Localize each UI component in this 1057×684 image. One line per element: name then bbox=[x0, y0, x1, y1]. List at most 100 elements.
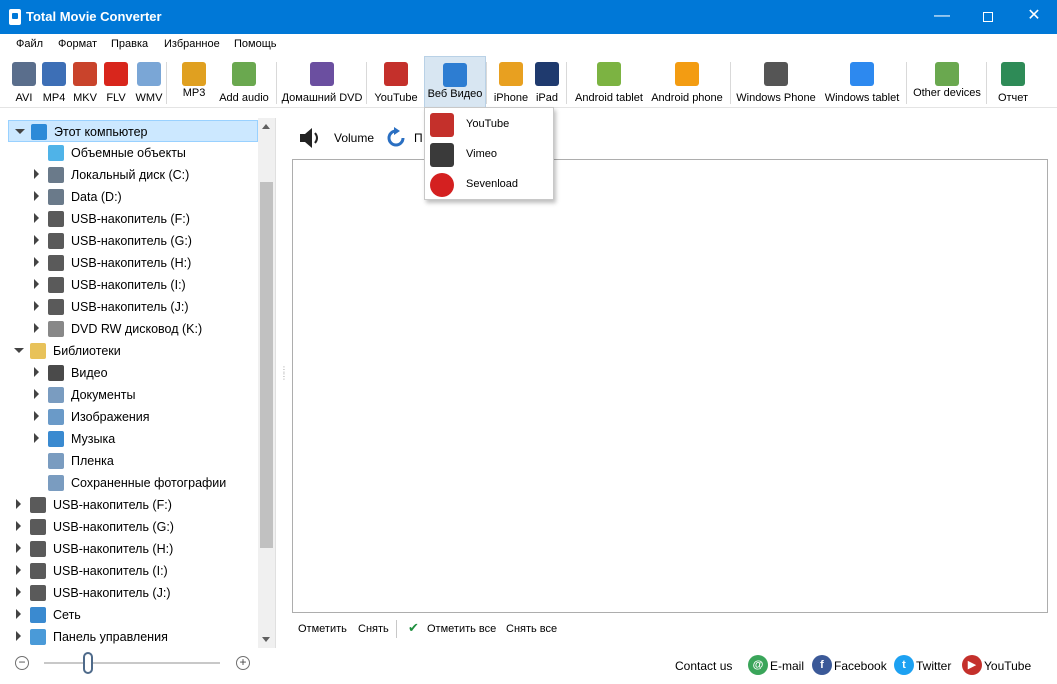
toolbar-dvd-button[interactable]: Домашний DVD bbox=[280, 56, 364, 108]
menu-item-2[interactable]: Правка bbox=[111, 38, 148, 50]
image-icon bbox=[48, 409, 64, 425]
tree-item[interactable]: USB-накопитель (J:) bbox=[0, 296, 258, 318]
tree-item[interactable]: Data (D:) bbox=[0, 186, 258, 208]
expand-right-icon[interactable] bbox=[16, 587, 21, 597]
toolbar-avi-button[interactable]: AVI bbox=[8, 56, 40, 108]
expand-right-icon[interactable] bbox=[34, 191, 39, 201]
expand-right-icon[interactable] bbox=[34, 323, 39, 333]
expand-down-icon[interactable] bbox=[15, 129, 25, 134]
expand-right-icon[interactable] bbox=[16, 631, 21, 641]
dropdown-item-sevenload[interactable]: Sevenload bbox=[426, 171, 552, 199]
minimize-button[interactable]: — bbox=[919, 0, 965, 34]
tree-item[interactable]: Объемные объекты bbox=[0, 142, 258, 164]
tree-item[interactable]: USB-накопитель (J:) bbox=[0, 582, 258, 604]
toolbar-windows-phone-button[interactable]: Windows Phone bbox=[734, 56, 818, 108]
toolbar-report-button[interactable]: Отчет bbox=[990, 56, 1036, 108]
zoom-in-button[interactable]: + bbox=[236, 656, 250, 670]
tree-item[interactable]: Документы bbox=[0, 384, 258, 406]
toolbar-mkv-button[interactable]: MKV bbox=[70, 56, 100, 108]
tree-item[interactable]: Сохраненные фотографии bbox=[0, 472, 258, 494]
expand-right-icon[interactable] bbox=[16, 499, 21, 509]
drive-icon bbox=[48, 189, 64, 205]
menu-item-0[interactable]: Файл bbox=[16, 38, 43, 50]
toolbar-mp4-button[interactable]: MP4 bbox=[38, 56, 70, 108]
expand-right-icon[interactable] bbox=[16, 543, 21, 553]
tree-item[interactable]: Пленка bbox=[0, 450, 258, 472]
toolbar-youtube-button[interactable]: YouTube bbox=[370, 56, 422, 108]
tree-scrollbar[interactable] bbox=[258, 118, 275, 648]
main-toolbar: AVI MP4 MKV FLV WMV MP3 Add audio Домашний DVD Y… bbox=[0, 56, 1057, 108]
expand-right-icon[interactable] bbox=[34, 411, 39, 421]
menu-item-3[interactable]: Избранное bbox=[164, 38, 220, 50]
toolbar-web-video-button[interactable]: Веб Видео bbox=[424, 56, 486, 108]
facebook-link[interactable]: f Facebook bbox=[812, 655, 892, 677]
toolbar-add-audio-button[interactable]: Add audio bbox=[216, 56, 272, 108]
expand-right-icon[interactable] bbox=[34, 213, 39, 223]
expand-right-icon[interactable] bbox=[16, 521, 21, 531]
menu-item-1[interactable]: Формат bbox=[58, 38, 97, 50]
toolbar-mp3-button[interactable]: MP3 bbox=[170, 56, 218, 108]
dropdown-item-youtube[interactable]: YouTube bbox=[426, 111, 552, 139]
mark-all-link[interactable]: Отметить все bbox=[427, 623, 496, 635]
scroll-thumb[interactable] bbox=[260, 182, 273, 548]
expand-right-icon[interactable] bbox=[34, 235, 39, 245]
toolbar-flv-button[interactable]: FLV bbox=[100, 56, 132, 108]
toolbar-other-devices-button[interactable]: Other devices bbox=[908, 56, 986, 108]
toolbar-wmv-button[interactable]: WMV bbox=[132, 56, 166, 108]
dropdown-item-vimeo[interactable]: Vimeo bbox=[426, 141, 552, 169]
film-icon bbox=[48, 365, 64, 381]
tree-item[interactable]: Библиотеки bbox=[0, 340, 258, 362]
tree-item[interactable]: Видео bbox=[0, 362, 258, 384]
toolbar-ipad-button[interactable]: iPad bbox=[532, 56, 562, 108]
zoom-slider-thumb[interactable] bbox=[83, 652, 93, 674]
expand-right-icon[interactable] bbox=[34, 257, 39, 267]
expand-right-icon[interactable] bbox=[16, 609, 21, 619]
folder-tree[interactable]: Этот компьютер Объемные объекты Локальный … bbox=[0, 118, 276, 648]
toolbar-android-phone-button[interactable]: Android phone bbox=[648, 56, 726, 108]
tree-item[interactable]: USB-накопитель (H:) bbox=[0, 538, 258, 560]
social-link-label: Facebook bbox=[834, 659, 887, 673]
maximize-button[interactable] bbox=[965, 0, 1011, 34]
tree-item[interactable]: Музыка bbox=[0, 428, 258, 450]
tree-item[interactable]: USB-накопитель (F:) bbox=[0, 494, 258, 516]
tree-item[interactable]: USB-накопитель (F:) bbox=[0, 208, 258, 230]
tree-item[interactable]: USB-накопитель (I:) bbox=[0, 274, 258, 296]
zoom-out-button[interactable]: − bbox=[15, 656, 29, 670]
scroll-up-icon[interactable] bbox=[262, 124, 270, 129]
expand-right-icon[interactable] bbox=[34, 367, 39, 377]
tree-item[interactable]: DVD RW дисковод (K:) bbox=[0, 318, 258, 340]
expand-right-icon[interactable] bbox=[34, 169, 39, 179]
toolbar-iphone-button[interactable]: iPhone bbox=[490, 56, 532, 108]
expand-right-icon[interactable] bbox=[34, 433, 39, 443]
toolbar-windows-tablet-button[interactable]: Windows tablet bbox=[820, 56, 904, 108]
mark-link[interactable]: Отметить bbox=[298, 623, 347, 635]
tree-item[interactable]: USB-накопитель (H:) bbox=[0, 252, 258, 274]
unmark-all-link[interactable]: Снять все bbox=[506, 623, 557, 635]
expand-right-icon[interactable] bbox=[16, 565, 21, 575]
expand-right-icon[interactable] bbox=[34, 301, 39, 311]
volume-button[interactable]: Volume bbox=[296, 124, 376, 152]
file-list-panel[interactable] bbox=[292, 159, 1048, 613]
tree-item[interactable]: Локальный диск (C:) bbox=[0, 164, 258, 186]
panel-splitter[interactable]: ⋮ ⋮ bbox=[280, 366, 288, 394]
expand-down-icon[interactable] bbox=[14, 348, 24, 353]
tree-item[interactable]: USB-накопитель (G:) bbox=[0, 516, 258, 538]
unmark-link[interactable]: Снять bbox=[358, 623, 389, 635]
menu-item-4[interactable]: Помощь bbox=[234, 38, 277, 50]
expand-right-icon[interactable] bbox=[34, 389, 39, 399]
tree-item[interactable]: Сеть bbox=[0, 604, 258, 626]
tree-item[interactable]: USB-накопитель (I:) bbox=[0, 560, 258, 582]
music-icon bbox=[48, 431, 64, 447]
youtube-link[interactable]: ▶ YouTube bbox=[962, 655, 1042, 677]
close-button[interactable]: ✕ bbox=[1011, 0, 1057, 34]
tree-item-label: Библиотеки bbox=[53, 344, 121, 358]
toolbar-android-tablet-button[interactable]: Android tablet bbox=[570, 56, 648, 108]
tree-item[interactable]: Панель управления bbox=[0, 626, 258, 648]
expand-right-icon[interactable] bbox=[34, 279, 39, 289]
zoom-slider-track[interactable] bbox=[44, 662, 220, 664]
scroll-down-icon[interactable] bbox=[262, 637, 270, 642]
tree-item[interactable]: Изображения bbox=[0, 406, 258, 428]
tree-item[interactable]: USB-накопитель (G:) bbox=[0, 230, 258, 252]
tree-item[interactable]: Этот компьютер bbox=[8, 120, 258, 142]
window-title: Total Movie Converter bbox=[26, 9, 162, 24]
